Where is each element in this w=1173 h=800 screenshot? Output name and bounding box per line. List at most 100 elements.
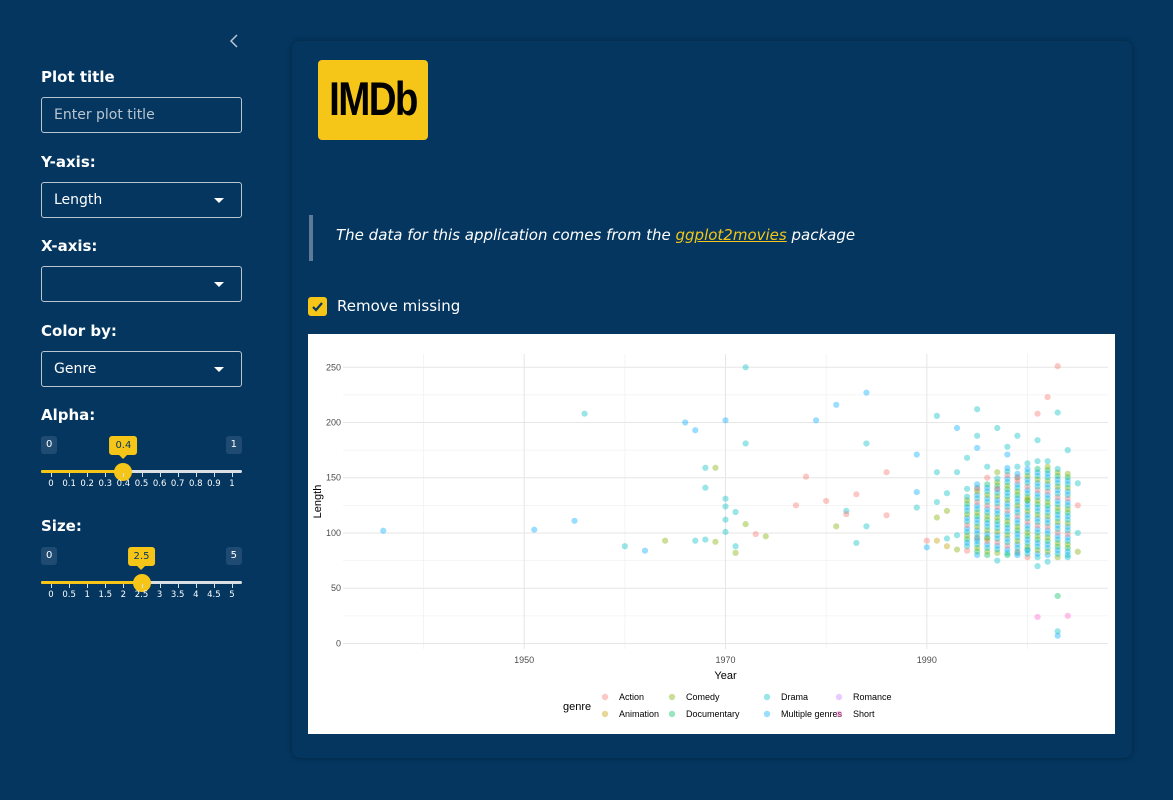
legend-key: [763, 693, 771, 701]
data-point: [1004, 451, 1011, 458]
data-point: [1044, 393, 1051, 401]
alpha-slider-ticks: 0 0.1 0.2 0.3 0.4 0.5 0.6 0.7 0.8 0.9 1: [41, 473, 242, 493]
data-point: [1014, 474, 1021, 481]
data-point: [953, 532, 961, 539]
data-point: [994, 485, 1001, 492]
data-point: [1034, 563, 1041, 570]
legend-title: genre: [563, 701, 591, 713]
plot-title-input[interactable]: [41, 97, 242, 133]
data-point: [571, 517, 578, 524]
data-point: [722, 516, 729, 523]
data-point: [722, 503, 729, 510]
slider-tick: [123, 584, 125, 588]
data-point: [1034, 465, 1041, 473]
caret-down-icon: [214, 282, 224, 287]
legend-label: Comedy: [686, 692, 720, 702]
data-source-text: The data for this application comes from…: [336, 226, 855, 244]
data-source-prefix: The data for this application comes from…: [336, 226, 676, 244]
scatter-plot-svg: 1950 1970 1990 0 50 100 150 200 250 Year Length gen…: [312, 354, 1108, 719]
data-point: [933, 469, 940, 476]
y-tick-label: 150: [326, 473, 341, 483]
data-point: [853, 491, 860, 498]
color-by-label: Color by:: [41, 322, 117, 340]
imdb-logo-text: IMDb: [329, 72, 418, 125]
data-point: [1004, 551, 1011, 559]
slider-tick: [232, 584, 233, 588]
slider-tick-label: 0.5: [134, 479, 149, 489]
data-point: [974, 444, 981, 452]
slider-tick-label: 0.2: [80, 479, 94, 489]
slider-tick-label: 0.6: [152, 479, 167, 489]
data-point: [1074, 480, 1081, 487]
x-axis-title: Year: [714, 670, 737, 682]
data-point: [722, 495, 729, 502]
slider-tick: [87, 584, 89, 588]
data-point: [702, 536, 709, 543]
yaxis-select[interactable]: Length: [41, 182, 242, 218]
caret-down-icon: [214, 367, 224, 372]
data-point: [863, 523, 870, 530]
data-point: [974, 485, 981, 492]
data-point: [1064, 447, 1071, 454]
data-point: [974, 432, 981, 439]
slider-tick-label: 0.9: [207, 479, 221, 489]
legend-label: Romance: [853, 692, 892, 702]
yaxis-label: Y-axis:: [41, 153, 96, 171]
data-point: [1064, 470, 1071, 477]
slider-tick: [195, 584, 197, 588]
data-point: [702, 464, 709, 471]
data-point: [913, 504, 920, 511]
xaxis-label: X-axis:: [41, 237, 98, 255]
alpha-slider[interactable]: 0 1 0.4 0 0.1 0.2 0.3 0.4 0.5 0.6 0.7 0.8 0.9 1: [41, 436, 242, 516]
scatter-plot: 1950 1970 1990 0 50 100 150 200 250 Year Length gen…: [308, 334, 1115, 734]
remove-missing-checkbox[interactable]: [308, 297, 327, 316]
data-point: [1004, 443, 1011, 450]
data-point: [984, 474, 991, 481]
data-point: [1064, 554, 1071, 561]
data-point: [1024, 465, 1031, 473]
data-point: [1074, 548, 1081, 555]
data-point: [883, 512, 890, 519]
size-slider-ticks: 0 0.5 1 1.5 2 2.5 3 3.5 4 4.5 5: [41, 584, 242, 604]
data-point: [984, 535, 991, 542]
xaxis-select[interactable]: [41, 266, 242, 302]
data-point: [1054, 592, 1061, 600]
data-point: [732, 543, 739, 550]
data-point: [702, 484, 709, 491]
data-point: [1044, 458, 1051, 465]
data-point: [1024, 460, 1031, 467]
plot-title-label: Plot title: [41, 68, 115, 86]
data-point: [1004, 464, 1011, 472]
sidebar-collapse-button[interactable]: [226, 30, 244, 52]
y-tick-label: 200: [326, 418, 341, 428]
x-tick-label: 1990: [917, 655, 937, 665]
color-by-select[interactable]: Genre: [41, 351, 242, 387]
data-point: [933, 412, 940, 419]
legend-key: [835, 693, 843, 701]
alpha-max-label: 1: [225, 436, 242, 454]
data-point: [722, 528, 729, 535]
data-point: [994, 469, 1001, 476]
slider-tick: [105, 584, 107, 588]
data-point: [923, 544, 930, 551]
data-point: [933, 537, 940, 544]
legend-key: [763, 710, 771, 718]
data-point: [883, 469, 890, 476]
legend-key: [835, 710, 843, 718]
slider-tick-label: 0.1: [62, 479, 76, 489]
yaxis-select-value: Length: [54, 192, 103, 208]
slider-tick-label: 0.5: [62, 590, 76, 600]
data-point: [712, 464, 719, 471]
y-tick-label: 100: [326, 528, 341, 538]
data-point: [1054, 632, 1061, 639]
data-point: [823, 497, 830, 505]
data-point: [732, 508, 739, 516]
data-point: [984, 463, 991, 470]
data-point: [1064, 612, 1071, 619]
data-point: [662, 537, 669, 544]
remove-missing-label: Remove missing: [337, 297, 461, 315]
size-slider[interactable]: 0 5 2.5 0 0.5 1 1.5 2 2.5 3 3.5 4 4.5 5: [41, 547, 242, 627]
data-point: [943, 507, 951, 514]
data-point: [984, 481, 991, 488]
ggplot2movies-link[interactable]: ggplot2movies: [676, 226, 787, 244]
